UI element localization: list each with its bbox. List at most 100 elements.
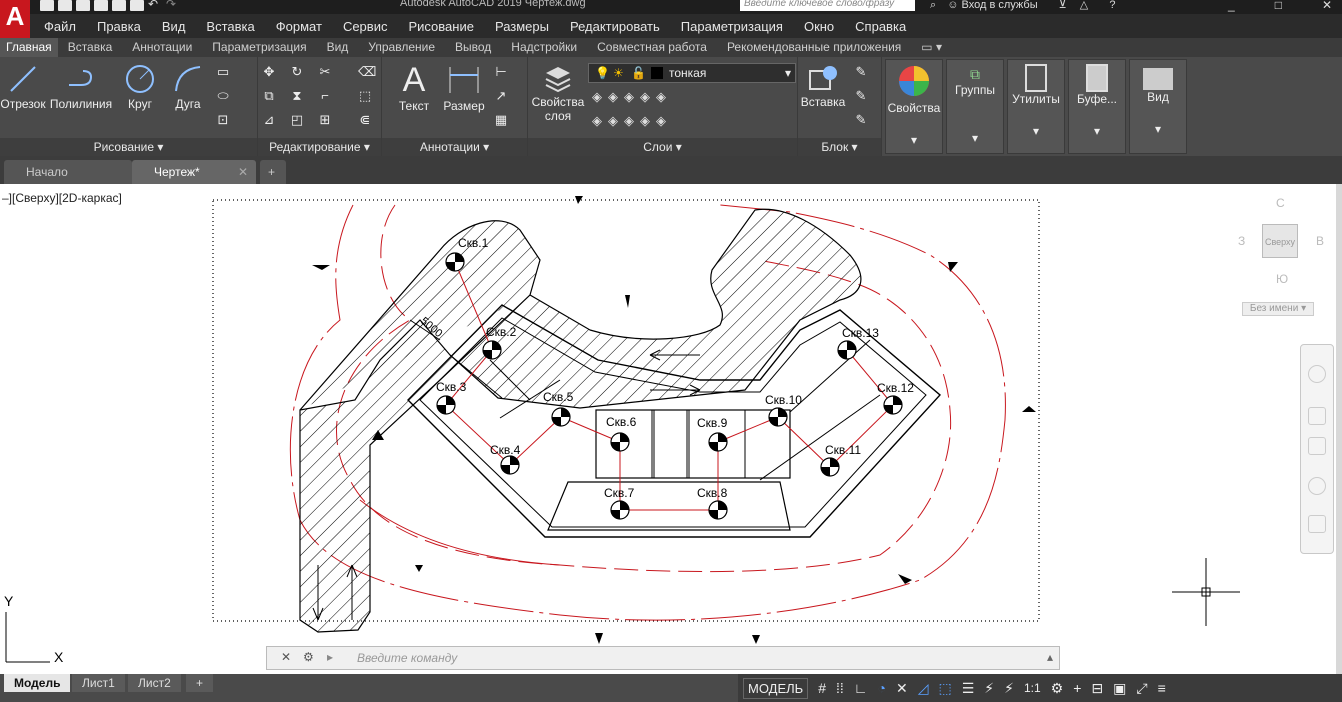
rectangle-icon[interactable]: ▭ xyxy=(216,65,230,79)
osnap-icon[interactable]: ✕ xyxy=(896,680,908,697)
add-icon[interactable]: + xyxy=(1073,680,1081,696)
hatch-icon[interactable]: ⬭ xyxy=(216,89,230,103)
tab-output[interactable]: Вывод xyxy=(445,38,501,57)
menu-draw[interactable]: Рисование xyxy=(408,19,473,34)
orbit-icon[interactable] xyxy=(1308,477,1326,495)
steering-wheel-icon[interactable] xyxy=(1308,365,1326,383)
annotation-visibility-icon[interactable]: ⚡ xyxy=(984,680,994,697)
menu-view[interactable]: Вид xyxy=(162,19,186,34)
menu-insert[interactable]: Вставка xyxy=(206,19,254,34)
tab-insert[interactable]: Вставка xyxy=(58,38,123,57)
clean-screen-icon[interactable]: ⤢ xyxy=(1136,680,1147,697)
draw-panel-title[interactable]: Рисование ▾ xyxy=(0,138,257,156)
ribbon-toggle-icon[interactable]: ▭ ▾ xyxy=(911,38,952,57)
menu-edit[interactable]: Правка xyxy=(97,19,141,34)
fillet-icon[interactable]: ⌐ xyxy=(318,89,332,103)
customize-status-icon[interactable]: ≡ xyxy=(1158,680,1166,696)
save-as-icon[interactable] xyxy=(94,0,108,11)
zoom-extents-icon[interactable] xyxy=(1308,437,1326,455)
tab-collaborate[interactable]: Совместная работа xyxy=(587,38,717,57)
tab-addins[interactable]: Надстройки xyxy=(501,38,587,57)
hardware-acceleration-icon[interactable]: ▣ xyxy=(1113,680,1126,697)
chevron-up-icon[interactable]: ▴ xyxy=(1047,650,1053,664)
explode-icon[interactable]: ⬚ xyxy=(358,89,372,103)
move-icon[interactable]: ✥ xyxy=(262,65,276,79)
ortho-icon[interactable]: ∟ xyxy=(854,680,868,696)
layer-tools-row-1[interactable]: ◈◈◈◈◈ xyxy=(592,89,712,105)
viewcube-east[interactable]: В xyxy=(1316,234,1324,248)
snap-icon[interactable]: ⁞⁞ xyxy=(836,680,844,696)
gear-icon[interactable]: ⚙ xyxy=(1051,680,1064,697)
region-icon[interactable]: ⊡ xyxy=(216,113,230,127)
model-space-button[interactable]: МОДЕЛЬ xyxy=(743,677,809,699)
tab-layout2[interactable]: Лист2 xyxy=(128,674,181,692)
utilities-button[interactable]: Утилиты ▾ xyxy=(1007,59,1065,154)
clipboard-button[interactable]: Буфе... ▾ xyxy=(1068,59,1126,154)
erase-icon[interactable]: ⌫ xyxy=(358,65,376,79)
offset-icon[interactable]: ⋐ xyxy=(358,113,372,127)
drawing-canvas[interactable]: –][Сверху][2D-каркас] 5000 Скв.1 Скв.2 С… xyxy=(0,184,1336,674)
binoculars-icon[interactable]: ⌕ xyxy=(930,0,936,11)
modify-panel-title[interactable]: Редактирование ▾ xyxy=(258,138,381,156)
table-icon[interactable]: ▦ xyxy=(494,113,508,127)
menu-window[interactable]: Окно xyxy=(804,19,834,34)
application-button[interactable]: A xyxy=(0,0,30,38)
scale-icon[interactable]: ◰ xyxy=(290,113,304,127)
menu-help[interactable]: Справка xyxy=(855,19,906,34)
viewcube-west[interactable]: З xyxy=(1238,234,1245,248)
save-icon[interactable] xyxy=(76,0,90,11)
web-icon[interactable] xyxy=(112,0,126,11)
stretch-icon[interactable]: ⊿ xyxy=(262,113,276,127)
pan-icon[interactable] xyxy=(1308,407,1326,425)
insert-block-tool[interactable]: Вставка xyxy=(798,63,848,109)
menu-tools[interactable]: Сервис xyxy=(343,19,388,34)
tab-parametric[interactable]: Параметризация xyxy=(202,38,316,57)
layers-panel-title[interactable]: Слои ▾ xyxy=(528,138,797,156)
block-attributes-icon[interactable]: ✎ xyxy=(854,113,868,127)
copy-icon[interactable]: ⧉ xyxy=(262,89,276,103)
layer-tools-row-2[interactable]: ◈◈◈◈◈ xyxy=(592,113,712,129)
tab-featured-apps[interactable]: Рекомендованные приложения xyxy=(717,38,911,57)
command-input[interactable]: Введите команду xyxy=(357,651,457,665)
arc-tool[interactable]: Дуга xyxy=(168,63,208,111)
tab-model[interactable]: Модель xyxy=(4,674,71,692)
edit-block-icon[interactable]: ✎ xyxy=(854,89,868,103)
tab-drawing[interactable]: Чертеж* ✕ xyxy=(132,160,256,184)
rotate-icon[interactable]: ↻ xyxy=(290,65,304,79)
auto-scale-icon[interactable]: ⚡ xyxy=(1004,680,1014,697)
close-icon[interactable]: ✕ xyxy=(1322,0,1332,12)
signin-button[interactable]: ⌕ ☺ Вход в службы ⊻ △ ? xyxy=(930,0,1115,12)
layer-dropdown[interactable]: 💡 ☀ 🔓 тонкая ▾ xyxy=(588,63,796,83)
text-tool[interactable]: A Текст xyxy=(388,63,440,113)
new-icon[interactable] xyxy=(40,0,54,11)
plot-icon[interactable] xyxy=(130,0,144,11)
cart-icon[interactable]: ⊻ xyxy=(1059,0,1067,11)
properties-toggle-icon[interactable]: ☰ xyxy=(962,680,975,697)
menu-file[interactable]: Файл xyxy=(44,19,76,34)
open-icon[interactable] xyxy=(58,0,72,11)
groups-button[interactable]: ⧉ Группы ▾ xyxy=(946,59,1004,154)
menu-parametric[interactable]: Параметризация xyxy=(681,19,783,34)
annotation-panel-title[interactable]: Аннотации ▾ xyxy=(382,138,527,156)
vertical-scrollbar[interactable] xyxy=(1336,184,1342,674)
viewcube-south[interactable]: Ю xyxy=(1276,272,1288,286)
polar-icon[interactable]: ◔ xyxy=(878,680,886,696)
tab-layout1[interactable]: Лист1 xyxy=(72,674,125,692)
circle-tool[interactable]: Круг xyxy=(120,63,160,111)
viewcube-north[interactable]: С xyxy=(1276,196,1285,210)
properties-button[interactable]: Свойства ▾ xyxy=(885,59,943,154)
tab-view[interactable]: Вид xyxy=(317,38,359,57)
lineweight-icon[interactable]: ◿ xyxy=(918,680,929,697)
create-block-icon[interactable]: ✎ xyxy=(854,65,868,79)
tab-home[interactable]: Главная xyxy=(0,38,58,57)
view-button[interactable]: Вид ▾ xyxy=(1129,59,1187,154)
menu-modify[interactable]: Редактировать xyxy=(570,19,660,34)
close-icon[interactable]: ✕ xyxy=(238,160,248,184)
tab-annotate[interactable]: Аннотации xyxy=(122,38,202,57)
viewcube[interactable]: С З В Ю Сверху Без имени ▾ xyxy=(1238,192,1324,316)
add-layout-button[interactable]: + xyxy=(186,674,214,692)
menu-format[interactable]: Формат xyxy=(276,19,322,34)
showmotion-icon[interactable] xyxy=(1308,515,1326,533)
trim-icon[interactable]: ✂ xyxy=(318,65,332,79)
block-panel-title[interactable]: Блок ▾ xyxy=(798,138,881,156)
